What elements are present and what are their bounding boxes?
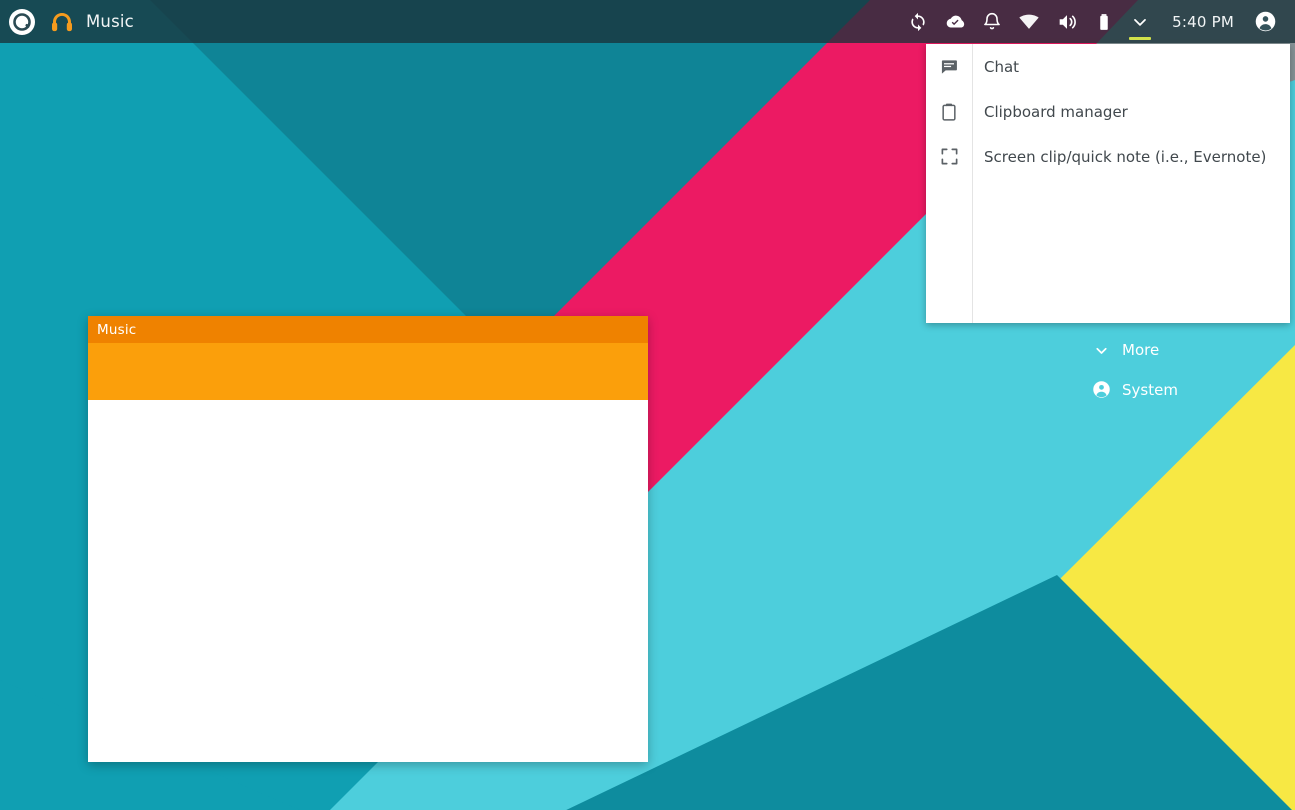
system-tray: 5:40 PM: [900, 0, 1295, 43]
bell-icon[interactable]: [974, 0, 1010, 43]
battery-glyph: [1100, 13, 1108, 30]
menu-item-label: Screen clip/quick note (i.e., Evernote): [984, 147, 1267, 166]
music-window[interactable]: Music: [88, 316, 648, 762]
battery-icon[interactable]: [1086, 0, 1122, 43]
sync-icon[interactable]: [900, 0, 936, 43]
headphones-glyph: [52, 12, 72, 31]
clock[interactable]: 5:40 PM: [1158, 13, 1246, 31]
clipboard-glyph: [942, 103, 956, 121]
music-window-titlebar[interactable]: Music: [88, 316, 648, 343]
account-circle-icon[interactable]: [1246, 0, 1285, 43]
music-window-content: [88, 400, 648, 762]
sync-glyph: [911, 12, 925, 31]
account-circle-glyph: [1092, 381, 1110, 398]
wifi-glyph: [1019, 14, 1039, 29]
tray-dropdown-menu: Chat Clipboard manager Screen clip/quick…: [926, 44, 1290, 323]
cloud-check-icon[interactable]: [936, 0, 974, 43]
music-window-toolbar: [88, 343, 648, 400]
desktop-label-system[interactable]: System: [1090, 380, 1178, 399]
circle-logo-glyph: [9, 8, 35, 35]
wifi-icon[interactable]: [1010, 0, 1048, 43]
music-window-title: Music: [97, 321, 137, 338]
menu-item-chat[interactable]: Chat: [926, 44, 1290, 89]
menu-item-label: Chat: [984, 57, 1020, 76]
volume-icon[interactable]: [1048, 0, 1086, 43]
desktop-label-text: System: [1122, 380, 1178, 399]
app-title: Music: [86, 12, 134, 31]
cloud-check-glyph: [946, 15, 965, 27]
top-bar-left: Music: [0, 0, 134, 43]
circle-logo-icon[interactable]: [7, 7, 37, 37]
volume-glyph: [1059, 14, 1077, 29]
menu-item-screen-clip[interactable]: Screen clip/quick note (i.e., Evernote): [926, 134, 1290, 179]
chat-bubble-icon: [926, 57, 972, 77]
desktop-label-text: More: [1122, 341, 1160, 359]
desktop-label-more[interactable]: More: [1090, 341, 1159, 359]
account-circle-glyph: [1255, 11, 1276, 32]
chevron-down-glyph: [1095, 347, 1107, 354]
screen-clip-icon: [926, 147, 972, 166]
chat-bubble-glyph: [941, 59, 957, 74]
desktop-screen: Music 5:40 PM Chat Clipboard manager Scr…: [0, 0, 1295, 810]
clipboard-icon: [926, 102, 972, 122]
bell-glyph: [984, 12, 1001, 29]
menu-item-label: Clipboard manager: [984, 102, 1128, 121]
account-circle-icon: [1090, 380, 1112, 399]
screen-clip-glyph: [941, 148, 957, 165]
chevron-down-glyph: [1134, 18, 1147, 26]
headphones-icon: [48, 8, 76, 36]
menu-item-clipboard-manager[interactable]: Clipboard manager: [926, 89, 1290, 134]
chevron-down-icon[interactable]: [1122, 0, 1158, 43]
top-bar: Music 5:40 PM: [0, 0, 1295, 43]
chevron-down-icon: [1090, 342, 1112, 359]
